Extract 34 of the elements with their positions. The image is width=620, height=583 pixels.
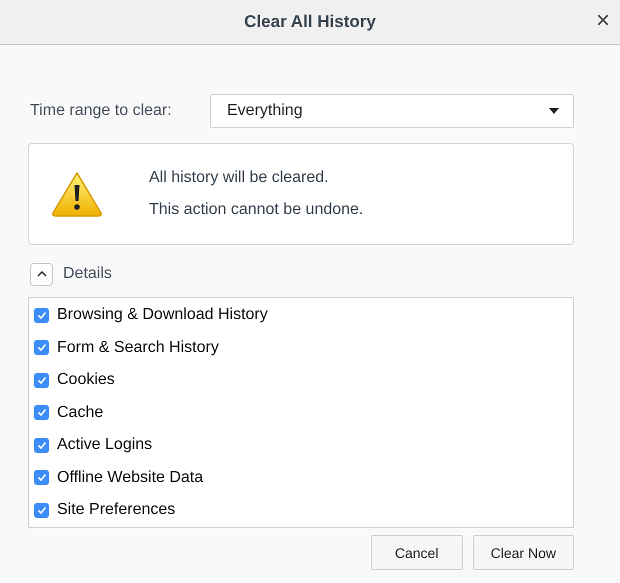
- warning-text: All history will be cleared.: [149, 168, 330, 188]
- details-label: Details: [63, 265, 112, 283]
- checkmark-icon: [36, 473, 46, 482]
- checkmark-icon: [36, 343, 46, 352]
- checkmark-icon: [36, 440, 46, 450]
- checkbox-label: Offline Website Data: [57, 468, 204, 487]
- checkbox[interactable]: [34, 405, 49, 420]
- caret-icon: [549, 108, 559, 114]
- window-title: Clear All History: [244, 12, 376, 32]
- details-toggle-button[interactable]: [30, 262, 53, 286]
- checkbox[interactable]: [34, 470, 49, 486]
- checkmark-icon: [36, 376, 46, 385]
- checkbox[interactable]: [34, 308, 49, 323]
- checkbox-label: Browsing & Download History: [57, 306, 268, 324]
- checkbox[interactable]: [34, 340, 49, 356]
- checkbox[interactable]: [34, 502, 49, 518]
- checkbox-label: Active Logins: [57, 436, 152, 454]
- checkbox-label: Form & Search History: [57, 338, 219, 357]
- warning-text: This action cannot be undone.: [149, 200, 364, 220]
- checkmark-icon: [36, 310, 46, 320]
- close-button[interactable]: ×: [592, 8, 614, 34]
- checkbox-label: Site Preferences: [57, 501, 176, 520]
- checkmark-icon: [36, 408, 46, 418]
- chevron-icon: [36, 271, 46, 277]
- checkbox-label: Cache: [57, 404, 104, 422]
- checkbox[interactable]: [34, 438, 49, 453]
- time-range-label: Time range to clear:: [30, 102, 173, 120]
- cancel-button[interactable]: Cancel: [370, 535, 463, 570]
- checkbox[interactable]: [34, 372, 49, 388]
- checkmark-icon: [36, 506, 46, 515]
- checkbox-label: Cookies: [57, 371, 115, 390]
- clear-now-button[interactable]: Clear Now: [472, 535, 574, 570]
- warning-icon: [51, 171, 103, 217]
- time-range-dropdown[interactable]: Everything: [210, 94, 574, 128]
